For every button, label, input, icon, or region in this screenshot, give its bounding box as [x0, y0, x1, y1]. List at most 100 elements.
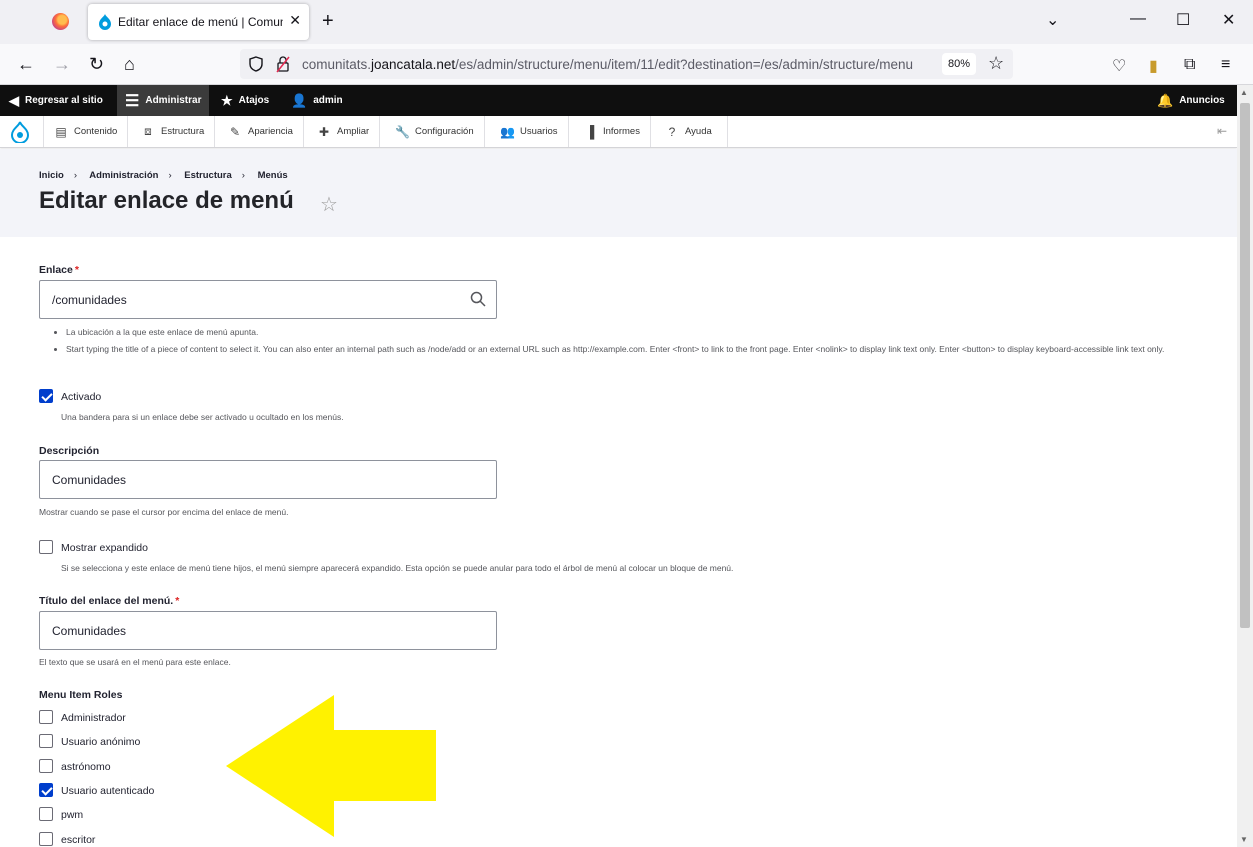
menu-title-help: El texto que se usará en el menú para es… [39, 657, 231, 667]
url-bar[interactable]: comunitats.joancatala.net/es/admin/struc… [240, 49, 1013, 79]
extensions-puzzle-icon[interactable]: ⧉ [1184, 56, 1195, 74]
role-checkbox-pwm[interactable] [39, 807, 53, 821]
link-label: Enlace * [39, 264, 79, 276]
drupal-favicon-icon [99, 14, 111, 30]
zoom-indicator[interactable]: 80% [942, 53, 976, 75]
tray-item-help[interactable]: ? Ayuda [655, 116, 728, 147]
tray-item-people[interactable]: 👥 Usuarios [490, 116, 569, 147]
menu-title-input[interactable]: Comunidades [39, 611, 497, 650]
back-icon[interactable]: ← [17, 54, 35, 75]
toolbar-announcements[interactable]: 🔔 Anuncios [1157, 85, 1225, 116]
role-label: Usuario anónimo [61, 736, 141, 748]
link-help-item: Start typing the title of a piece of con… [66, 342, 1196, 356]
bookmark-star-icon[interactable]: ☆ [988, 53, 1004, 74]
tab-title: Editar enlace de menú | Comunitats [118, 15, 283, 29]
toolbar-back-to-site[interactable]: ◀ Regresar al sitio [9, 85, 103, 116]
expanded-label: Mostrar expandido [61, 542, 148, 554]
forward-icon[interactable]: → [53, 54, 71, 75]
tray-item-configuration[interactable]: 🔧 Configuración [385, 116, 485, 147]
role-label: Administrador [61, 712, 126, 724]
role-label: astrónomo [61, 761, 111, 773]
role-checkbox-administrador[interactable] [39, 710, 53, 724]
bar-chart-icon: ▐ [585, 124, 595, 139]
new-tab-icon[interactable]: + [322, 10, 334, 33]
tray-item-extend[interactable]: ✚ Ampliar [307, 116, 381, 147]
tab-list-chevron-icon[interactable]: ⌄ [1046, 10, 1059, 30]
link-input[interactable]: /comunidades [39, 280, 497, 319]
role-checkbox-anonymous[interactable] [39, 734, 53, 748]
toolbar-shortcuts[interactable]: ★ Atajos [221, 85, 269, 116]
search-icon [470, 291, 486, 307]
breadcrumb-menus[interactable]: Menús [258, 170, 288, 181]
description-input[interactable]: Comunidades [39, 460, 497, 499]
file-icon: ▤ [55, 124, 67, 139]
help-circle-icon: ? [668, 124, 676, 139]
roles-label: Menu Item Roles [39, 689, 123, 701]
page-header: Inicio › Administración › Estructura › Menú… [0, 149, 1237, 237]
tracking-shield-icon[interactable] [249, 56, 263, 72]
role-checkbox-escritor[interactable] [39, 832, 53, 846]
shortcut-star-icon[interactable]: ☆ [320, 192, 338, 217]
home-icon[interactable]: ⌂ [124, 54, 135, 75]
minimize-icon[interactable]: — [1130, 10, 1146, 28]
link-help-list: La ubicación a la que este enlace de men… [66, 325, 1196, 359]
tab-close-icon[interactable]: ✕ [289, 12, 301, 29]
page-scrollbar[interactable]: ▲ ▼ [1237, 85, 1253, 847]
drupal-logo-icon[interactable] [10, 121, 30, 143]
puzzle-icon: ✚ [318, 124, 330, 139]
firefox-icon[interactable] [52, 13, 69, 30]
description-help: Mostrar cuando se pase el cursor por enc… [39, 507, 289, 517]
maximize-icon[interactable]: ☐ [1176, 10, 1190, 30]
role-label: Usuario autenticado [61, 785, 155, 797]
annotation-arrow [226, 695, 436, 837]
tray-item-structure[interactable]: ⧈ Estructura [131, 116, 216, 147]
collapse-tray-icon[interactable]: ⇤ [1217, 124, 1227, 138]
toolbar-manage[interactable]: ☰ Administrar [117, 85, 210, 116]
role-label: pwm [61, 809, 84, 821]
enabled-description: Una bandera para si un enlace debe ser a… [61, 412, 344, 422]
bell-icon: 🔔 [1157, 92, 1174, 108]
admin-toolbar: ◀ Regresar al sitio ☰ Administrar ★ Ataj… [0, 85, 1237, 116]
wrench-icon: 🔧 [395, 124, 410, 139]
sitemap-icon: ⧈ [144, 124, 152, 138]
enabled-label: Activado [61, 391, 102, 403]
toolbar-user[interactable]: 👤 admin [291, 85, 343, 116]
role-label: escritor [61, 834, 96, 846]
breadcrumb: Inicio › Administración › Estructura › Menú… [39, 170, 288, 181]
people-icon: 👥 [500, 124, 515, 139]
extension-bars-icon[interactable]: ▮ [1149, 56, 1158, 76]
role-checkbox-authenticated[interactable] [39, 783, 53, 797]
breadcrumb-structure[interactable]: Estructura [184, 170, 232, 181]
browser-navbar: ← → ↻ ⌂ comunitats.joancatala.net/es/adm… [0, 44, 1253, 85]
breadcrumb-home[interactable]: Inicio [39, 170, 64, 181]
page-title: Editar enlace de menú [39, 187, 294, 214]
tray-item-content[interactable]: ▤ Contenido [43, 116, 129, 147]
user-icon: 👤 [291, 92, 308, 108]
scroll-down-icon[interactable]: ▼ [1240, 835, 1248, 844]
scrollbar-thumb[interactable] [1240, 103, 1250, 628]
window-close-icon[interactable]: ✕ [1222, 10, 1235, 30]
reload-icon[interactable]: ↻ [89, 54, 104, 75]
scroll-up-icon[interactable]: ▲ [1240, 88, 1248, 97]
star-icon: ★ [221, 92, 233, 108]
pocket-icon[interactable]: ♡ [1112, 56, 1126, 76]
enabled-checkbox[interactable] [39, 389, 53, 403]
url-text: comunitats.joancatala.net/es/admin/struc… [302, 57, 913, 72]
tray-item-appearance[interactable]: ✎ Apariencia [218, 116, 304, 147]
description-label: Descripción [39, 445, 100, 457]
toolbar-tray: ▤ Contenido ⧈ Estructura ✎ Apariencia ✚ Ampl… [0, 116, 1237, 148]
link-help-item: La ubicación a la que este enlace de men… [66, 325, 1196, 339]
hamburger-icon: ☰ [125, 92, 140, 110]
breadcrumb-admin[interactable]: Administración [89, 170, 158, 181]
insecure-lock-icon[interactable] [276, 55, 290, 73]
expanded-checkbox[interactable] [39, 540, 53, 554]
browser-tab[interactable]: Editar enlace de menú | Comunitats ✕ [88, 4, 309, 40]
paintbrush-icon: ✎ [229, 124, 241, 139]
expanded-description: Si se selecciona y este enlace de menú t… [61, 563, 734, 573]
browser-tabstrip: Editar enlace de menú | Comunitats ✕ + ⌄… [0, 0, 1253, 44]
menu-title-label: Título del enlace del menú. * [39, 595, 180, 607]
back-circle-icon: ◀ [9, 92, 19, 108]
tray-item-reports[interactable]: ▐ Informes [573, 116, 651, 147]
menu-hamburger-icon[interactable]: ≡ [1221, 56, 1230, 74]
role-checkbox-astronomo[interactable] [39, 759, 53, 773]
